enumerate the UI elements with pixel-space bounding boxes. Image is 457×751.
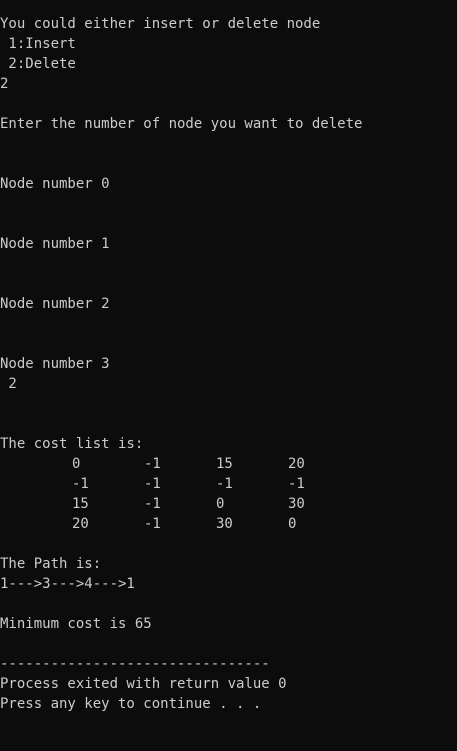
cost-cell: 30 xyxy=(216,516,233,532)
node-number-3: Node number 3 xyxy=(0,356,110,372)
cost-cell: 15 xyxy=(72,496,89,512)
option-delete: 2:Delete xyxy=(0,56,76,72)
cost-cell: -1 xyxy=(144,476,161,492)
cost-cell: -1 xyxy=(288,476,305,492)
node-number-0: Node number 0 xyxy=(0,176,110,192)
path-value: 1--->3--->4--->1 xyxy=(0,576,135,592)
minimum-cost: Minimum cost is 65 xyxy=(0,616,152,632)
cost-cell: -1 xyxy=(216,476,233,492)
node-number-2: Node number 2 xyxy=(0,296,110,312)
cost-cell: 0 xyxy=(288,516,297,532)
cost-cell: 20 xyxy=(288,456,305,472)
node-number-1: Node number 1 xyxy=(0,236,110,252)
cost-cell: 0 xyxy=(216,496,225,512)
cost-cell: 30 xyxy=(288,496,305,512)
console-window[interactable]: You could either insert or delete node 1… xyxy=(0,0,457,751)
cost-cell: -1 xyxy=(144,496,161,512)
cost-cell: -1 xyxy=(144,516,161,532)
delete-prompt: Enter the number of node you want to del… xyxy=(0,116,363,132)
exit-message: Process exited with return value 0 xyxy=(0,676,287,692)
cost-cell: 20 xyxy=(72,516,89,532)
cost-cell: -1 xyxy=(72,476,89,492)
separator: -------------------------------- xyxy=(0,656,270,672)
node-delete-input: 2 xyxy=(0,376,17,392)
user-choice-input: 2 xyxy=(0,76,9,92)
menu-prompt: You could either insert or delete node xyxy=(0,16,321,32)
path-heading: The Path is: xyxy=(0,556,102,572)
cost-cell: -1 xyxy=(144,456,161,472)
cost-cell: 15 xyxy=(216,456,233,472)
option-insert: 1:Insert xyxy=(0,36,76,52)
cost-cell: 0 xyxy=(72,456,81,472)
continue-message: Press any key to continue . . . xyxy=(0,696,262,712)
cost-list-heading: The cost list is: xyxy=(0,436,144,452)
